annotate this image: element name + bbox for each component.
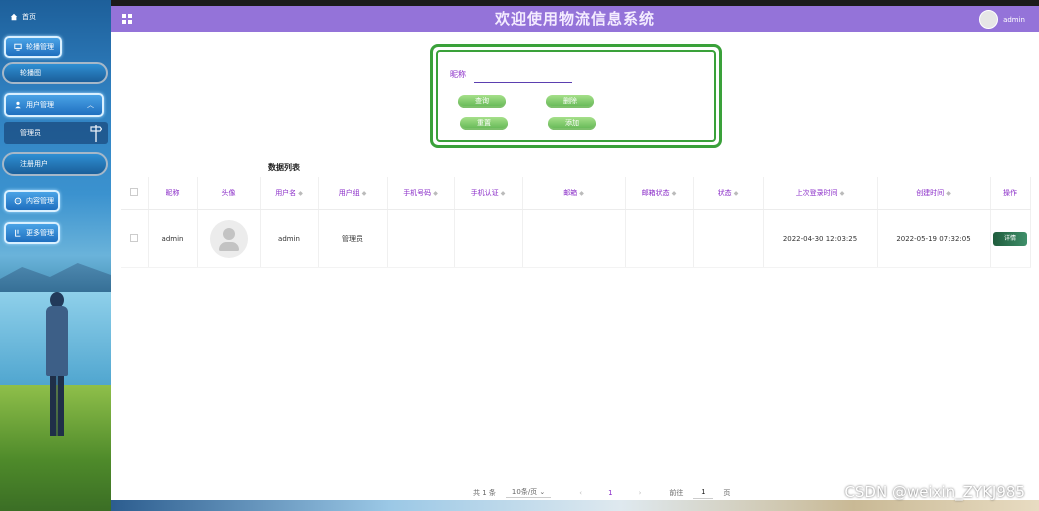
sort-icon[interactable]: ◆ — [433, 190, 438, 197]
search-panel: 昵称 查询 删除 重置 添加 — [430, 44, 722, 148]
menu-more-management[interactable]: 更多管理 — [4, 222, 60, 244]
column-header-email-status[interactable]: 邮箱状态 ◆ — [625, 177, 694, 210]
user-menu[interactable]: admin — [979, 10, 1025, 29]
page-number-current[interactable]: 1 — [608, 489, 612, 497]
sort-icon[interactable]: ◆ — [362, 190, 367, 197]
cell-action: 详情 — [990, 209, 1031, 268]
reset-button[interactable]: 重置 — [460, 117, 508, 130]
column-header-nickname: 昵称 — [148, 177, 198, 210]
search-panel-inner: 昵称 查询 删除 重置 添加 — [436, 50, 716, 142]
column-header-created[interactable]: 创建时间 ◆ — [877, 177, 991, 210]
chevron-up-icon: ︿ — [87, 101, 94, 109]
home-icon — [10, 13, 18, 21]
page-size-select[interactable]: 10条/页 ⌄ — [505, 487, 552, 498]
query-button[interactable]: 查询 — [458, 95, 506, 108]
menu-carousel-label: 轮播管理 — [26, 43, 54, 51]
row-checkbox[interactable] — [130, 233, 139, 242]
prev-page-icon[interactable]: ‹ — [579, 489, 582, 497]
select-all-cell — [121, 177, 149, 210]
menu-content-label: 内容管理 — [26, 197, 54, 205]
user-avatar — [979, 10, 999, 29]
nickname-label: 昵称 — [450, 70, 466, 79]
sidebar-home-link[interactable]: 首页 — [0, 8, 111, 26]
sort-icon[interactable]: ◆ — [734, 190, 739, 197]
next-page-icon[interactable]: › — [639, 489, 642, 497]
top-header: 欢迎使用物流信息系统 admin — [111, 6, 1039, 32]
goto-label: 前往 — [669, 488, 684, 497]
username-label: admin — [1003, 15, 1025, 24]
data-table: 昵称 头像 用户名 ◆ 用户组 ◆ 手机号码 ◆ 手机认证 ◆ 邮箱 ◆ 邮箱状态 ◆ 状态… — [121, 177, 1031, 268]
cell-email-status — [625, 209, 694, 268]
sidebar-mountains — [0, 263, 111, 295]
delete-button[interactable]: 删除 — [546, 95, 594, 108]
column-header-action: 操作 — [990, 177, 1031, 210]
column-header-phone-verified[interactable]: 手机认证 ◆ — [454, 177, 523, 210]
avatar-placeholder-icon — [209, 219, 248, 258]
sort-icon[interactable]: ◆ — [840, 190, 845, 197]
cell-phone-verified — [454, 209, 523, 268]
detail-button[interactable]: 详情 — [993, 231, 1027, 246]
submenu-carousel-image[interactable]: 轮播图 — [2, 62, 108, 84]
sort-icon[interactable]: ◆ — [579, 190, 584, 197]
menu-carousel-management[interactable]: 轮播管理 — [4, 36, 62, 58]
select-all-checkbox[interactable] — [130, 188, 139, 196]
monitor-icon — [14, 43, 22, 51]
column-header-avatar: 头像 — [197, 177, 261, 210]
cell-username: admin — [260, 209, 319, 268]
cell-group: 管理员 — [318, 209, 388, 268]
table-row: admin admin 管理员 2022-04-30 12:03:25 2022… — [121, 209, 1031, 268]
cell-status — [693, 209, 764, 268]
chevron-down-icon: ⌄ — [539, 488, 546, 496]
cell-email — [522, 209, 626, 268]
pagination-total: 共 1 条 — [473, 488, 496, 497]
sort-icon[interactable]: ◆ — [501, 190, 506, 197]
bottom-scenery-strip — [111, 500, 1039, 511]
sort-icon[interactable]: ◆ — [672, 190, 677, 197]
menu-user-management[interactable]: 用户管理 ︿ — [4, 93, 104, 117]
row-select-cell — [121, 209, 149, 268]
cell-phone — [387, 209, 455, 268]
signpost-icon — [90, 125, 102, 142]
menu-user-label: 用户管理 — [26, 101, 54, 109]
watermark: CSDN @weixin_ZYKJ985 — [844, 483, 1025, 501]
submenu-carousel-label: 轮播图 — [20, 69, 41, 77]
sort-icon[interactable]: ◆ — [946, 190, 951, 197]
cell-nickname: admin — [148, 209, 198, 268]
submenu-admin-label: 管理员 — [20, 129, 41, 137]
column-header-phone[interactable]: 手机号码 ◆ — [387, 177, 455, 210]
cell-avatar — [197, 209, 261, 268]
pagination: 共 1 条 10条/页 ⌄ ‹ 1 › 前往 页 — [473, 486, 730, 499]
page-title: 欢迎使用物流信息系统 — [494, 10, 655, 28]
goto-page-input[interactable] — [693, 486, 714, 499]
column-header-last-login[interactable]: 上次登录时间 ◆ — [763, 177, 878, 210]
user-icon — [15, 101, 21, 109]
submenu-admin[interactable]: 管理员 — [4, 122, 108, 144]
table-header-row: 昵称 头像 用户名 ◆ 用户组 ◆ 手机号码 ◆ 手机认证 ◆ 邮箱 ◆ 邮箱状态 ◆ 状态… — [121, 177, 1031, 210]
column-header-status[interactable]: 状态 ◆ — [693, 177, 764, 210]
sidebar: 首页 轮播管理 轮播图 用户管理 ︿ 管理员 注册用户 内容管理 更多管理 — [0, 0, 111, 511]
cell-created: 2022-05-19 07:32:05 — [877, 209, 991, 268]
submenu-registered-users[interactable]: 注册用户 — [2, 152, 108, 176]
nickname-search-input[interactable] — [474, 66, 572, 83]
add-button[interactable]: 添加 — [548, 117, 596, 130]
menu-more-label: 更多管理 — [26, 229, 54, 237]
column-header-email[interactable]: 邮箱 ◆ — [522, 177, 626, 210]
menu-content-management[interactable]: 内容管理 — [4, 190, 60, 212]
page-suffix: 页 — [723, 488, 731, 497]
submenu-registered-label: 注册用户 — [20, 160, 48, 168]
sidebar-character-illustration — [44, 292, 70, 442]
table-title: 数据列表 — [268, 163, 300, 172]
more-grid-icon — [15, 229, 21, 237]
column-header-username[interactable]: 用户名 ◆ — [260, 177, 319, 210]
chat-icon — [14, 197, 22, 205]
cell-last-login: 2022-04-30 12:03:25 — [763, 209, 878, 268]
column-header-group[interactable]: 用户组 ◆ — [318, 177, 388, 210]
home-label: 首页 — [22, 13, 36, 21]
sort-icon[interactable]: ◆ — [298, 190, 303, 197]
